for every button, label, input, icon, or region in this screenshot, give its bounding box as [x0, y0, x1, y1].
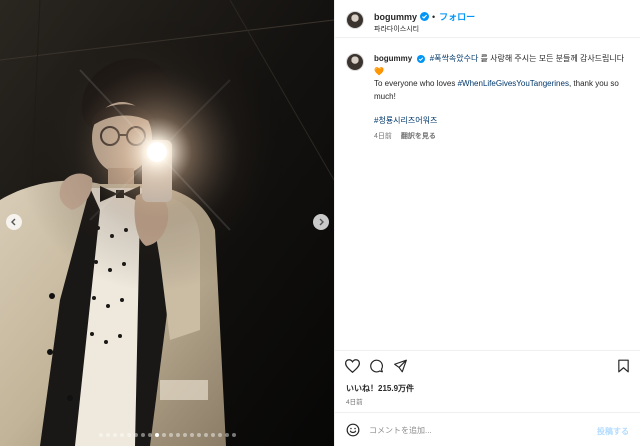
post-date: 4日前 — [346, 399, 363, 406]
carousel-dot — [105, 433, 110, 437]
carousel-dot — [189, 433, 194, 437]
avatar[interactable] — [346, 11, 364, 29]
carousel-dot — [217, 433, 222, 437]
carousel-dot — [140, 433, 145, 437]
heart-icon[interactable] — [345, 359, 360, 373]
carousel-dot — [175, 433, 180, 437]
carousel-dot — [182, 433, 187, 437]
mirror-selfie-photo — [0, 0, 334, 446]
caption-avatar[interactable] — [346, 53, 364, 71]
carousel-dot — [133, 433, 138, 437]
location-link[interactable]: 파라다이스시티 — [374, 24, 419, 34]
send-icon[interactable] — [393, 359, 408, 373]
previous-photo-button[interactable] — [6, 214, 22, 230]
carousel-dot — [98, 433, 103, 437]
carousel-dot — [210, 433, 215, 437]
comment-bar: 投稿する — [335, 412, 640, 446]
chevron-left-icon — [11, 218, 16, 226]
carousel-dot — [147, 433, 152, 437]
caption-age: 4日前 — [374, 132, 392, 140]
caption-text: bogummy #폭싹속았수다 를 사랑해 주시는 모든 분들께 감사드립니다🧡… — [374, 53, 634, 143]
verified-badge-icon — [417, 54, 426, 63]
carousel-dot — [196, 433, 201, 437]
likes-count[interactable]: いいね！215.9万件 — [346, 383, 414, 394]
hashtag-link[interactable]: #청룡시리즈어워즈 — [374, 116, 437, 125]
carousel-dot — [231, 433, 236, 437]
verified-badge-icon — [420, 12, 430, 21]
carousel-dot — [126, 433, 131, 437]
header-username[interactable]: bogummy — [374, 12, 417, 22]
bookmark-icon[interactable] — [617, 359, 630, 373]
comment-icon[interactable] — [369, 359, 384, 373]
caption-username[interactable]: bogummy — [374, 54, 412, 63]
comment-input[interactable] — [369, 421, 589, 439]
emoji-smile-icon[interactable] — [346, 423, 360, 437]
hashtag-link[interactable]: #WhenLifeGivesYouTangerines — [458, 79, 569, 88]
post-details-panel: bogummy • フォロー 파라다이스시티 bogummy #폭싹속았수다 를… — [334, 0, 640, 446]
carousel-dot — [119, 433, 124, 437]
next-photo-button[interactable] — [313, 214, 329, 230]
carousel-dot — [161, 433, 166, 437]
carousel-dot — [168, 433, 173, 437]
separator-dot: • — [432, 11, 436, 22]
action-bar — [335, 350, 640, 380]
follow-button[interactable]: フォロー — [439, 10, 475, 23]
carousel-dot — [154, 433, 159, 437]
post-comment-button[interactable]: 投稿する — [597, 426, 629, 437]
carousel-indicator — [0, 433, 334, 437]
hashtag-link[interactable]: #폭싹속았수다 — [430, 54, 479, 63]
post-header: bogummy • フォロー 파라다이스시티 — [335, 0, 640, 38]
translate-button[interactable]: 翻訳を見る — [401, 131, 436, 144]
carousel-dot — [203, 433, 208, 437]
caption-english-prefix: To everyone who loves — [374, 79, 458, 88]
carousel-dot — [112, 433, 117, 437]
chevron-right-icon — [319, 218, 324, 226]
carousel-dot — [224, 433, 229, 437]
post-media[interactable] — [0, 0, 334, 446]
